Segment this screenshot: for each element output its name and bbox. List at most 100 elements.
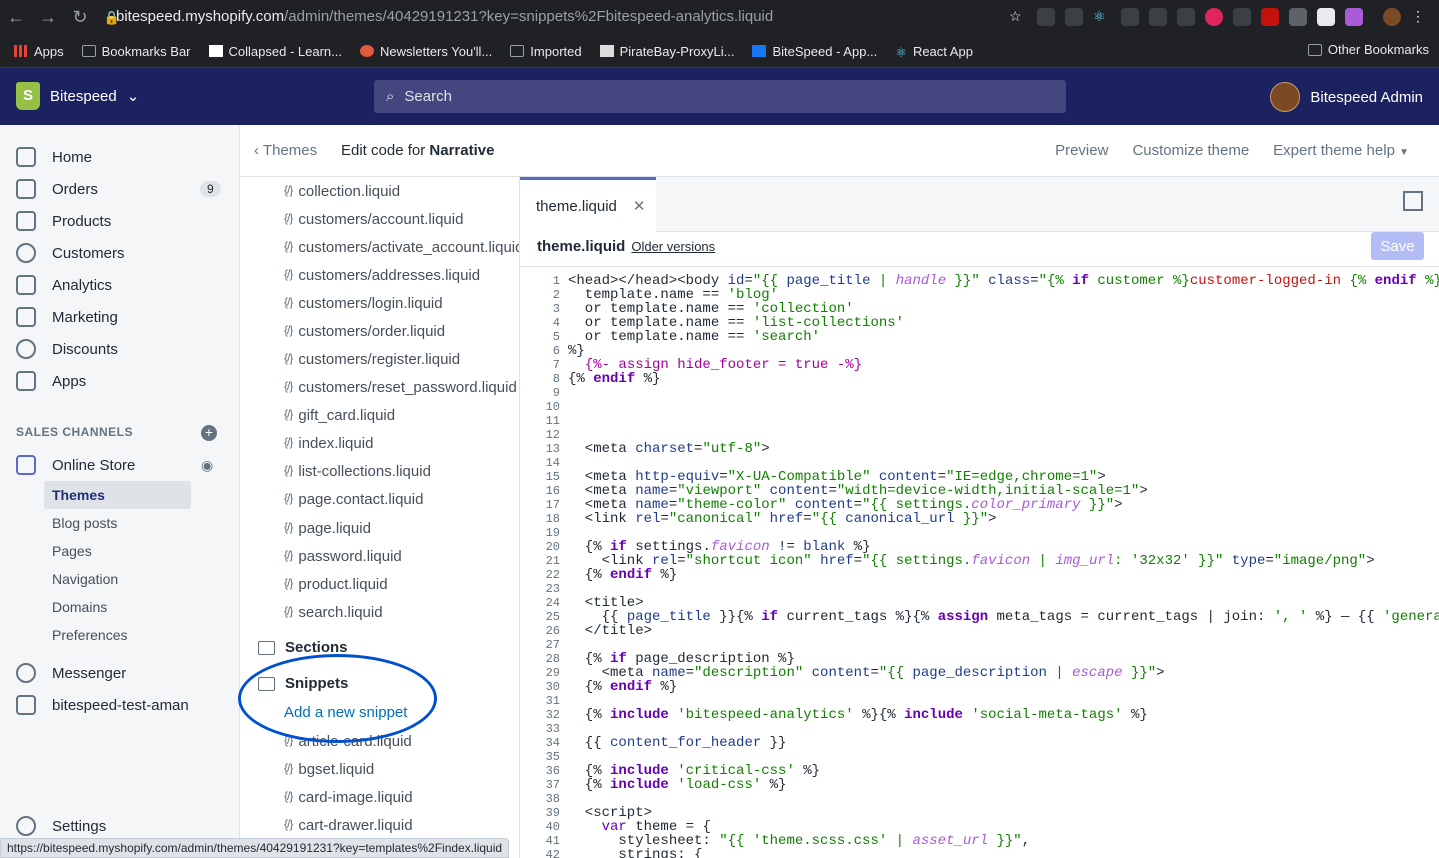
- extension-icon[interactable]: [1233, 8, 1251, 26]
- sidebar-item-messenger[interactable]: Messenger: [16, 661, 126, 685]
- file-name: search.liquid: [298, 604, 383, 621]
- react-icon[interactable]: ⚛: [1093, 8, 1111, 26]
- liquid-file-icon: {/}: [284, 576, 293, 590]
- preview-button[interactable]: Preview: [1055, 142, 1108, 159]
- bookmark[interactable]: Newsletters You'll...: [359, 44, 492, 59]
- apps-icon: [16, 695, 36, 715]
- extension-icon[interactable]: [1177, 8, 1195, 26]
- close-icon[interactable]: ✕: [633, 197, 646, 215]
- liquid-file-icon: {/}: [284, 463, 293, 477]
- extension-icon[interactable]: [1261, 8, 1279, 26]
- liquid-file-icon: {/}: [284, 491, 293, 505]
- address-bar[interactable]: bitespeed.myshopify.com/admin/themes/404…: [116, 8, 773, 25]
- bookmark[interactable]: ⚛ React App: [895, 44, 973, 61]
- file-item[interactable]: {/} customers/reset_password.liquid: [284, 379, 517, 396]
- sidebar-item-preferences[interactable]: Preferences: [44, 621, 191, 649]
- sidebar-item-products[interactable]: Products: [16, 209, 111, 233]
- extension-icon[interactable]: [1149, 8, 1167, 26]
- file-item[interactable]: {/} customers/order.liquid: [284, 323, 445, 340]
- home-icon: [16, 147, 36, 167]
- sidebar-item-home[interactable]: Home: [16, 145, 92, 169]
- sidebar-item-customers[interactable]: Customers: [16, 241, 125, 265]
- menu-icon[interactable]: ⋮: [1411, 8, 1429, 26]
- sidebar-item-settings[interactable]: Settings: [16, 814, 106, 838]
- tab-theme-liquid[interactable]: theme.liquid ✕: [520, 177, 656, 232]
- sidebar-item-orders[interactable]: Orders: [16, 177, 98, 201]
- sidebar-item-online-store[interactable]: Online Store: [16, 453, 135, 477]
- sidebar-item-test-app[interactable]: bitespeed-test-aman: [16, 693, 189, 717]
- back-to-themes-link[interactable]: ‹ Themes: [254, 142, 317, 159]
- add-channel-icon[interactable]: +: [201, 425, 217, 441]
- extension-icon[interactable]: [1345, 8, 1363, 26]
- bookmark[interactable]: Collapsed - Learn...: [208, 44, 342, 59]
- file-item[interactable]: {/} collection.liquid: [284, 183, 400, 200]
- search-input[interactable]: ⌕ Search: [374, 80, 1066, 113]
- forward-icon[interactable]: →: [32, 7, 64, 28]
- reload-icon[interactable]: ↻: [64, 7, 96, 28]
- sidebar-item-label: Discounts: [52, 340, 118, 358]
- file-item[interactable]: {/} page.liquid: [284, 520, 371, 537]
- customize-theme-button[interactable]: Customize theme: [1132, 142, 1249, 159]
- account-menu[interactable]: Bitespeed Admin: [1270, 82, 1423, 112]
- sidebar-item-blog-posts[interactable]: Blog posts: [44, 509, 191, 537]
- file-item[interactable]: {/} page.contact.liquid: [284, 491, 423, 508]
- extension-icon[interactable]: [1317, 8, 1335, 26]
- liquid-file-icon: {/}: [284, 548, 293, 562]
- sidebar-item-discounts[interactable]: Discounts: [16, 337, 118, 361]
- sidebar-item-themes[interactable]: Themes: [44, 481, 191, 509]
- file-name: customers/addresses.liquid: [298, 267, 481, 284]
- bookmark-folder[interactable]: Imported: [510, 44, 582, 59]
- sidebar-item-domains[interactable]: Domains: [44, 593, 191, 621]
- liquid-file-icon: {/}: [284, 407, 293, 421]
- file-list: {/} collection.liquid {/} customers/accoun…: [240, 177, 520, 858]
- file-item[interactable]: {/} product.liquid: [284, 576, 388, 593]
- file-item[interactable]: {/} index.liquid: [284, 435, 373, 452]
- bookmark[interactable]: BiteSpeed - App...: [752, 44, 877, 59]
- file-item[interactable]: {/} customers/login.liquid: [284, 295, 443, 312]
- file-item[interactable]: {/} list-collections.liquid: [284, 463, 431, 480]
- file-info: theme.liquid Older versions: [537, 238, 715, 255]
- sidebar-item-label: Home: [52, 148, 93, 166]
- extension-icon[interactable]: [1289, 8, 1307, 26]
- save-button[interactable]: Save: [1371, 232, 1424, 260]
- file-item[interactable]: {/} gift_card.liquid: [284, 407, 395, 424]
- header-actions: Preview Customize theme Expert theme hel…: [1055, 142, 1409, 159]
- file-item[interactable]: {/} customers/register.liquid: [284, 351, 460, 368]
- bookmark-folder[interactable]: Bookmarks Bar: [81, 44, 191, 59]
- extension-icon[interactable]: [1205, 8, 1223, 26]
- older-versions-link[interactable]: Older versions: [631, 239, 715, 254]
- star-icon[interactable]: ☆: [1009, 8, 1027, 26]
- file-item[interactable]: {/} cart-drawer.liquid: [284, 817, 413, 834]
- code-editor[interactable]: 1 2 3 4 5 6 7 8 9 10 11 12 13 14 15 16 17 18 19 20 21 22 23 24 2…: [520, 266, 1439, 858]
- sidebar-item-navigation[interactable]: Navigation: [44, 565, 191, 593]
- file-item[interactable]: {/} customers/addresses.liquid: [284, 267, 480, 284]
- sidebar-item-apps[interactable]: Apps: [16, 369, 86, 393]
- extension-icon[interactable]: [1037, 8, 1055, 26]
- file-item[interactable]: {/} password.liquid: [284, 548, 402, 565]
- sidebar-item-marketing[interactable]: Marketing: [16, 305, 118, 329]
- file-item[interactable]: {/} customers/activate_account.liquid: [284, 239, 519, 256]
- extension-icons: ☆ ⚛ ⋮: [1009, 8, 1429, 26]
- bookmark[interactable]: PirateBay-ProxyLi...: [599, 44, 734, 59]
- bookmark-apps[interactable]: Apps: [14, 44, 64, 59]
- file-name: customers/register.liquid: [298, 351, 461, 368]
- folder-icon: [258, 640, 275, 655]
- expert-help-button[interactable]: Expert theme help ▼: [1273, 142, 1409, 159]
- file-item[interactable]: {/} customers/account.liquid: [284, 211, 463, 228]
- file-item[interactable]: {/} card-image.liquid: [284, 789, 413, 806]
- expand-icon[interactable]: [1403, 191, 1423, 211]
- account-name: Bitespeed Admin: [1310, 88, 1423, 106]
- file-item[interactable]: {/} search.liquid: [284, 604, 383, 621]
- store-switcher[interactable]: Bitespeed ⌄: [16, 82, 139, 110]
- eye-icon[interactable]: ◉: [201, 457, 213, 474]
- back-icon[interactable]: ←: [0, 7, 32, 28]
- extension-icon[interactable]: [1065, 8, 1083, 26]
- other-bookmarks[interactable]: Other Bookmarks: [1307, 42, 1429, 57]
- sidebar-item-analytics[interactable]: Analytics: [16, 273, 112, 297]
- extension-icon[interactable]: [1121, 8, 1139, 26]
- file-item[interactable]: {/} bgset.liquid: [284, 761, 374, 778]
- liquid-file-icon: {/}: [284, 239, 293, 253]
- profile-icon[interactable]: [1383, 8, 1401, 26]
- sidebar-item-pages[interactable]: Pages: [44, 537, 191, 565]
- highlight-circle-annotation: [238, 654, 437, 743]
